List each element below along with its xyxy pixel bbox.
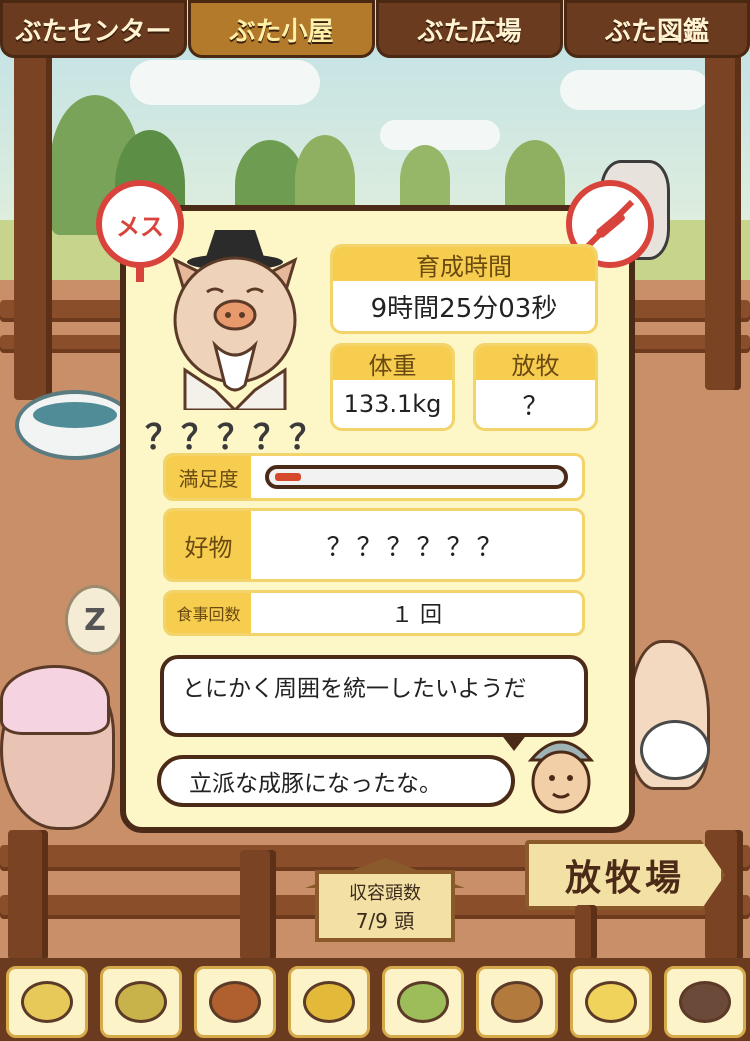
growth-time-label: 育成時間: [333, 247, 595, 281]
pig-portrait: [155, 220, 315, 413]
favorite-label: 好物: [166, 511, 251, 579]
pig-thought-bubble: とにかく周囲を統一したいようだ: [160, 655, 588, 737]
mixed-grain-icon-glyph: [115, 981, 167, 1023]
cloud: [560, 70, 710, 110]
beans-icon[interactable]: [382, 966, 464, 1038]
favorite-row: 好物 ？？？？？？: [163, 508, 585, 582]
farmer-avatar: [525, 730, 597, 814]
acorn-icon-glyph: [491, 981, 543, 1023]
cloud: [380, 120, 500, 150]
meal-count-value: １ 回: [391, 603, 442, 628]
capacity-label: 収容頭数: [349, 882, 421, 904]
growth-time-box: 育成時間 9時間25分03秒: [330, 244, 598, 334]
farmer-speech-text: 立派な成豚になったな。: [189, 771, 442, 797]
weight-value: 133.1kg: [343, 390, 442, 418]
tab-buta-encyclopedia[interactable]: ぶた図鑑: [564, 0, 750, 58]
rice-bowl-icon[interactable]: [570, 966, 652, 1038]
weight-box: 体重 133.1kg: [330, 343, 455, 431]
bird-icon: [640, 720, 710, 780]
meal-count-row: 食事回数 １ 回: [163, 590, 585, 636]
rice-bowl-icon-glyph: [585, 981, 637, 1023]
acorn-icon[interactable]: [476, 966, 558, 1038]
front-fence-post: [240, 850, 276, 960]
fence-post: [14, 40, 52, 400]
weight-label: 体重: [333, 346, 452, 380]
beans-icon-glyph: [397, 981, 449, 1023]
truffle-icon-glyph: [679, 981, 731, 1023]
water-bowl: [15, 390, 135, 460]
mixed-grain-icon[interactable]: [100, 966, 182, 1038]
sleep-bubble: Z: [65, 585, 125, 655]
grain-icon[interactable]: [6, 966, 88, 1038]
tab-buta-center[interactable]: ぶたセンター: [0, 0, 187, 58]
capacity-value: 7/9 頭: [355, 908, 415, 933]
front-fence-post: [8, 830, 48, 960]
fence-post: [705, 40, 741, 390]
grain-icon-glyph: [21, 981, 73, 1023]
tab-buta-hut[interactable]: ぶた小屋: [188, 0, 375, 58]
satisfaction-bar: [265, 465, 568, 489]
pig-cap: [0, 665, 110, 735]
pig-thought-text: とにかく周囲を統一したいようだ: [182, 676, 527, 702]
sweet-potato-icon-glyph: [209, 981, 261, 1023]
satisfaction-row: 満足度: [163, 453, 585, 501]
capacity-sign: 収容頭数 7/9 頭: [315, 870, 455, 942]
pasture-label: 放牧: [476, 346, 595, 380]
favorite-value: ？？？？？？: [326, 532, 507, 563]
sign-post: [575, 905, 597, 960]
satisfaction-bar-fill: [275, 473, 301, 481]
female-symbol-icon: [136, 262, 144, 282]
pasture-sign-button[interactable]: 放牧場: [525, 840, 725, 910]
tab-buta-plaza[interactable]: ぶた広場: [376, 0, 563, 58]
pasture-sign-label: 放牧場: [564, 858, 685, 899]
sweet-potato-icon[interactable]: [194, 966, 276, 1038]
pig-name: ？？？？？: [145, 418, 325, 458]
truffle-icon[interactable]: [664, 966, 746, 1038]
satisfaction-label: 満足度: [166, 456, 251, 498]
cloud: [130, 60, 320, 105]
pasture-value: ？: [522, 391, 549, 422]
farmer-speech-bubble: 立派な成豚になったな。: [157, 755, 515, 807]
pasture-box: 放牧 ？: [473, 343, 598, 431]
corn-icon[interactable]: [288, 966, 370, 1038]
meal-count-label: 食事回数: [166, 593, 251, 633]
corn-icon-glyph: [303, 981, 355, 1023]
bubble-tail: [500, 733, 528, 751]
growth-time-value: 9時間25分03秒: [370, 293, 558, 324]
